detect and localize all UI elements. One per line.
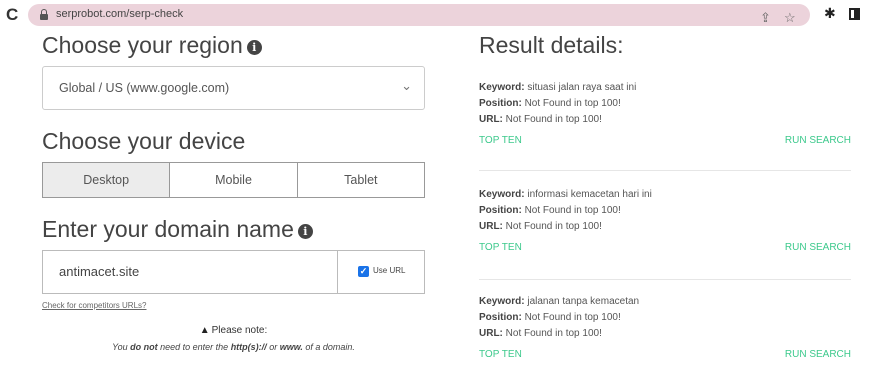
result-divider [479,170,851,171]
result-position: Not Found in top 100! [524,312,621,323]
device-toggle-group: Desktop Mobile Tablet [42,162,425,198]
result-keyword: situasi jalan raya saat ini [527,82,637,93]
result-position: Not Found in top 100! [524,205,621,216]
region-heading: Choose your region i [42,32,262,59]
competitors-link[interactable]: Check for competitors URLs? [42,301,146,310]
share-icon[interactable]: ⇪ [760,10,771,26]
run-search-link[interactable]: RUN SEARCH [785,242,851,253]
device-tablet-button[interactable]: Tablet [298,163,424,197]
domain-input-group: antimacet.site ✓ Use URL [42,250,425,294]
address-url[interactable]: serprobot.com/serp-check [56,8,183,20]
result-position: Not Found in top 100! [524,98,621,109]
side-panel-icon[interactable] [849,8,860,20]
device-heading: Choose your device [42,128,246,154]
top-ten-link[interactable]: TOP TEN [479,135,522,146]
note-title: ▲ Please note: [199,325,268,336]
result-url: Not Found in top 100! [505,114,602,125]
region-select-value: Global / US (www.google.com) [59,81,230,95]
note-text: You do not need to enter the http(s):// … [112,342,355,352]
use-url-checkbox[interactable]: ✓ [358,266,369,277]
address-bar[interactable]: serprobot.com/serp-check ⇪ ☆ [28,4,810,26]
top-ten-link[interactable]: TOP TEN [479,242,522,253]
reload-icon[interactable]: C [6,5,18,25]
lock-icon[interactable] [40,9,48,20]
chevron-down-icon: ⌄ [401,78,412,93]
region-select[interactable]: Global / US (www.google.com) ⌄ [42,66,425,110]
top-ten-link[interactable]: TOP TEN [479,349,522,360]
puzzle-icon[interactable]: ✱ [824,5,836,22]
info-icon[interactable]: i [246,40,262,55]
device-mobile-button[interactable]: Mobile [170,163,298,197]
result-url: Not Found in top 100! [505,328,602,339]
domain-input[interactable]: antimacet.site [43,251,337,293]
warning-icon: ▲ [199,325,210,336]
result-keyword: jalanan tanpa kemacetan [527,296,640,307]
result-url: Not Found in top 100! [505,221,602,232]
result-item: Keyword: situasi jalan raya saat ini Pos… [479,82,851,146]
results-heading: Result details: [479,32,624,58]
device-desktop-button[interactable]: Desktop [43,163,171,197]
star-icon[interactable]: ☆ [784,10,796,26]
info-icon[interactable]: i [297,224,313,239]
run-search-link[interactable]: RUN SEARCH [785,135,851,146]
domain-heading: Enter your domain name i [42,216,313,243]
run-search-link[interactable]: RUN SEARCH [785,349,851,360]
result-keyword: informasi kemacetan hari ini [527,189,652,200]
use-url-label[interactable]: Use URL [373,266,405,275]
result-divider [479,279,851,280]
use-url-option[interactable]: ✓ Use URL [337,251,424,293]
result-item: Keyword: informasi kemacetan hari ini Po… [479,189,851,253]
result-item: Keyword: jalanan tanpa kemacetan Positio… [479,296,851,360]
browser-toolbar: C serprobot.com/serp-check ⇪ ☆ ✱ [0,0,869,30]
